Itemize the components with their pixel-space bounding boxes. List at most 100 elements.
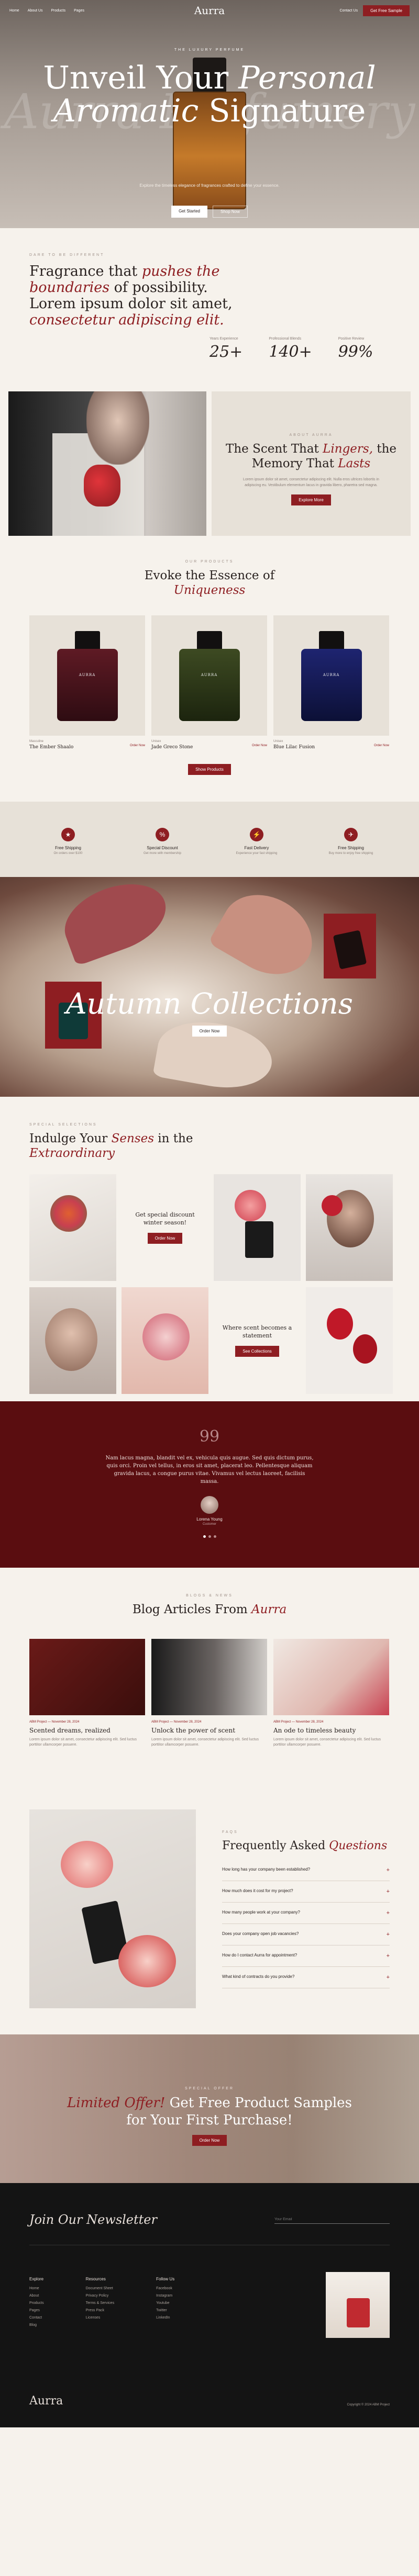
faq-section: FAQS Frequently Asked Questions How long… xyxy=(0,1809,419,2034)
footer-link[interactable]: Products xyxy=(29,2301,44,2305)
newsletter-heading: Join Our Newsletter xyxy=(29,2212,157,2227)
faq-item[interactable]: What kind of contracts do you provide? + xyxy=(222,1967,390,1988)
avatar xyxy=(201,1496,218,1514)
footer-link[interactable]: Youtube xyxy=(156,2301,174,2305)
footer-link[interactable]: Home xyxy=(29,2287,44,2290)
footer-link[interactable]: LinkedIn xyxy=(156,2316,174,2320)
offer-section: SPECIAL OFFER Limited Offer! Get Free Pr… xyxy=(0,2034,419,2183)
stat-years: Years Experience 25+ xyxy=(210,337,242,361)
product-card[interactable]: AURRA Unisex Jade Greco Stone Order Now xyxy=(151,615,267,750)
logo[interactable]: Aurra xyxy=(194,4,225,17)
blog-card[interactable]: ABM Project — November 28, 2024 An ode to… xyxy=(273,1639,389,1748)
petal-image xyxy=(55,877,175,966)
faq-photo xyxy=(29,1809,196,2008)
perfume-bottle: AURRA xyxy=(179,631,240,721)
footer-link[interactable]: Terms & Services xyxy=(86,2301,114,2305)
footer-link[interactable]: Blog xyxy=(29,2323,44,2327)
hero-title-c: Aromatic xyxy=(53,93,199,129)
product-name: The Ember Shaalo xyxy=(29,745,74,750)
promo-order-button[interactable]: Order Now xyxy=(147,1232,183,1244)
footer-link[interactable]: About xyxy=(29,2294,44,2298)
footer-link[interactable]: Privacy Policy xyxy=(86,2294,114,2298)
faq-item[interactable]: How do I contact Aurra for appointment? + xyxy=(222,1945,390,1967)
order-link[interactable]: Order Now xyxy=(374,744,389,747)
blog-card[interactable]: ABM Project — November 28, 2024 Scented d… xyxy=(29,1639,145,1748)
testimonial-role: Customer xyxy=(202,1523,216,1526)
footer-link[interactable]: Pages xyxy=(29,2309,44,2312)
about-heading: Fragrance that pushes the boundaries of … xyxy=(29,263,255,328)
offer-h2: Get Free Product Samples xyxy=(165,2095,352,2111)
delivery-icon: ⚡ xyxy=(250,828,263,841)
faq-question: What kind of contracts do you provide? xyxy=(222,1974,295,1979)
feature-subtitle: Buy more to enjoy free shipping xyxy=(328,852,373,855)
nav-about[interactable]: About Us xyxy=(28,9,43,13)
show-products-button[interactable]: Show Products xyxy=(188,764,231,775)
feature-item: ✈ Free Shipping Buy more to enjoy free shi… xyxy=(327,828,374,877)
product-card[interactable]: AURRA Masculine The Ember Shaalo Order Now xyxy=(29,615,145,750)
nav-products[interactable]: Products xyxy=(51,9,65,13)
footer-link[interactable]: Document Sheet xyxy=(86,2287,114,2290)
feature-title: Free Shipping xyxy=(338,846,364,850)
hero-description: Explore the timeless elegance of fragran… xyxy=(139,183,280,188)
offer-h1: Limited Offer! xyxy=(67,2095,166,2111)
footer-link[interactable]: Licenses xyxy=(86,2316,114,2320)
product-category: Unisex xyxy=(273,740,283,743)
free-sample-button[interactable]: Get Free Sample xyxy=(363,5,410,16)
footer-link[interactable]: Press Pack xyxy=(86,2309,114,2312)
scent-eyebrow: ABOUT AURRA xyxy=(289,433,333,437)
carousel-dot[interactable] xyxy=(213,1535,216,1538)
nav-home[interactable]: Home xyxy=(9,9,19,13)
quote-icon: 99 xyxy=(199,1427,220,1446)
stat-reviews: Positive Review 99% xyxy=(338,337,373,361)
see-collections-button[interactable]: See Collections xyxy=(235,1345,279,1357)
footer-link[interactable]: Contact xyxy=(29,2316,44,2320)
offer-order-button[interactable]: Order Now xyxy=(192,2135,227,2146)
offer-eyebrow: SPECIAL OFFER xyxy=(185,2087,234,2090)
footer-logo[interactable]: Aurra xyxy=(29,2394,63,2408)
faq-item[interactable]: How long has your company been establish… xyxy=(222,1860,390,1881)
perfume-bottle: AURRA xyxy=(57,631,118,721)
blog-eyebrow: BLOGS & NEWS xyxy=(186,1594,233,1598)
blog-excerpt: Lorem ipsum dolor sit amet, consectetur … xyxy=(29,1738,137,1747)
hero-title-d: Signature xyxy=(199,93,366,129)
faq-item[interactable]: How much does it cost for my project? + xyxy=(222,1881,390,1903)
plus-icon: + xyxy=(386,1867,390,1873)
blog-title[interactable]: An ode to timeless beauty xyxy=(273,1727,389,1734)
blog-section: BLOGS & NEWS Blog Articles From Aurra AB… xyxy=(0,1568,419,1809)
products-heading: Evoke the Essence of Uniqueness xyxy=(0,569,419,598)
nav-pages[interactable]: Pages xyxy=(74,9,84,13)
scent-h2: Lingers, xyxy=(323,442,373,456)
order-link[interactable]: Order Now xyxy=(252,744,267,747)
footer-col-follow: Follow Us Facebook Instagram Youtube Twitter… xyxy=(156,2277,174,2331)
senses-heading: Indulge Your Senses in the Extraordinary xyxy=(29,1132,390,1161)
flower-photo xyxy=(29,1174,116,1281)
blog-title[interactable]: Scented dreams, realized xyxy=(29,1727,145,1734)
faq-item[interactable]: Does your company open job vacancies? + xyxy=(222,1924,390,1945)
footer-link[interactable]: Instagram xyxy=(156,2294,174,2298)
nav-contact[interactable]: Contact Us xyxy=(339,9,358,13)
senses-h2: Senses xyxy=(111,1132,154,1145)
blog-meta: ABM Project — November 28, 2024 xyxy=(151,1720,202,1724)
plus-icon: + xyxy=(386,1974,390,1981)
explore-more-button[interactable]: Explore More xyxy=(291,494,331,506)
order-link[interactable]: Order Now xyxy=(130,744,145,747)
blog-title[interactable]: Unlock the power of scent xyxy=(151,1727,267,1734)
pink-flower-photo xyxy=(122,1287,208,1394)
product-card[interactable]: AURRA Unisex Blue Lilac Fusion Order Now xyxy=(273,615,389,750)
footer-link[interactable]: Twitter xyxy=(156,2309,174,2312)
senses-h3: in the xyxy=(154,1132,193,1145)
footer-link[interactable]: Facebook xyxy=(156,2287,174,2290)
model-face xyxy=(86,391,149,465)
plus-icon: + xyxy=(386,1888,390,1895)
footer-col-explore: Explore Home About Products Pages Contact Blog xyxy=(29,2277,44,2331)
bottle-flower-photo xyxy=(214,1174,301,1281)
blog-card[interactable]: ABM Project — November 28, 2024 Unlock th… xyxy=(151,1639,267,1748)
promo-text: Get special discount winter season! xyxy=(135,1211,195,1226)
autumn-order-button[interactable]: Order Now xyxy=(192,1026,227,1037)
faq-item[interactable]: How many people work at your company? + xyxy=(222,1903,390,1924)
get-started-button[interactable]: Get Started xyxy=(171,206,207,218)
carousel-dot[interactable] xyxy=(208,1535,211,1538)
newsletter-email-input[interactable] xyxy=(274,2215,390,2224)
shop-now-button[interactable]: Shop Now xyxy=(213,206,248,218)
carousel-dot[interactable] xyxy=(203,1535,206,1538)
